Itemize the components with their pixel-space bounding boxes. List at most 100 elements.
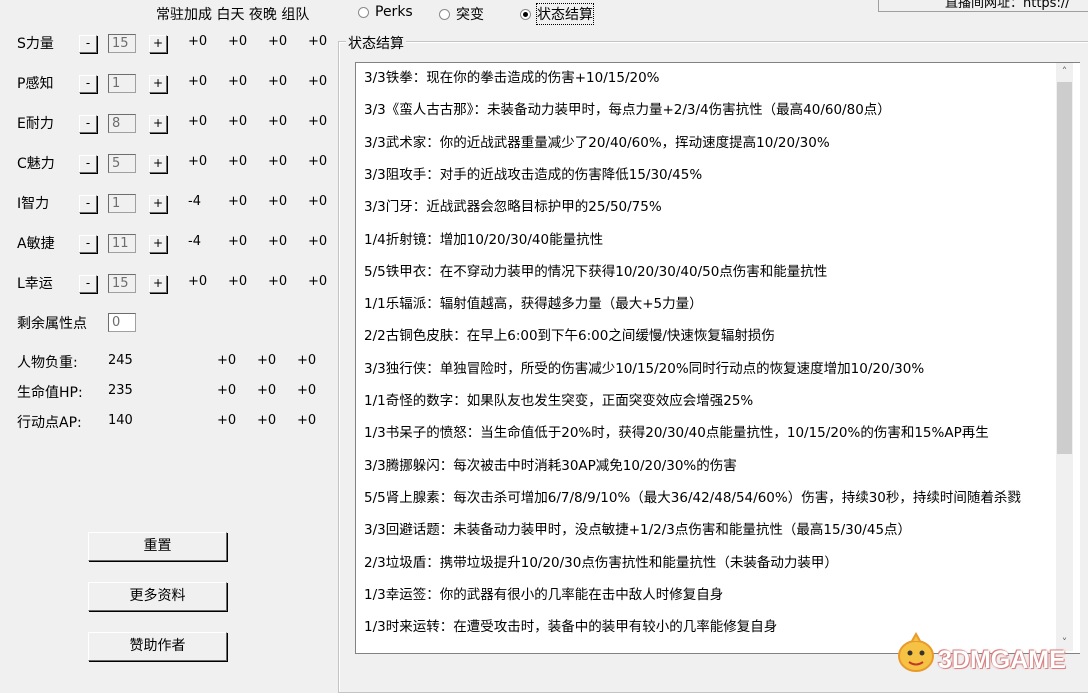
stat-modifier: +0 (308, 234, 328, 249)
status-group-title: 状态结算 (346, 33, 406, 53)
decrement-button[interactable]: - (79, 195, 97, 213)
decrement-button[interactable]: - (79, 275, 97, 293)
stat-modifier: +0 (308, 154, 328, 169)
more-info-button[interactable]: 更多资料 (88, 582, 227, 611)
stat-modifier: +0 (228, 154, 248, 169)
stat-label: S力量 (17, 36, 54, 52)
stat-value-field[interactable]: 11 (108, 234, 136, 253)
status-line: 5/5肾上腺素：每次击杀可增加6/7/8/9/10%（最大36/42/48/54… (364, 489, 1021, 506)
increment-button[interactable]: + (149, 115, 167, 133)
radio-label-mutations[interactable]: 突变 (456, 4, 484, 24)
stat-value-field[interactable]: 1 (108, 194, 136, 213)
decrement-button[interactable]: - (79, 235, 97, 253)
stat-value-field[interactable]: 5 (108, 154, 136, 173)
stat-modifier: +0 (228, 114, 248, 129)
stream-url-text: 直播间网址：https:// (945, 0, 1070, 11)
watermark-logo: 3DMGAME (896, 632, 1081, 678)
stat-label: I智力 (17, 196, 50, 212)
status-line: 1/3时来运转：在遭受攻击时，装备中的装甲有较小的几率能修复自身 (364, 619, 778, 636)
derived-label: 生命值HP: (17, 385, 83, 401)
stat-modifier: +0 (268, 114, 288, 129)
stat-modifier: +0 (308, 194, 328, 209)
derived-modifier: +0 (217, 383, 237, 398)
derived-label: 人物负重: (17, 355, 78, 371)
stat-label: C魅力 (17, 156, 55, 172)
stat-modifier: +0 (268, 154, 288, 169)
status-line: 1/4折射镜：增加10/20/30/40能量抗性 (364, 231, 604, 248)
radio-perks[interactable]: Perks (358, 4, 413, 20)
derived-modifier: +0 (297, 383, 317, 398)
stat-modifier: +0 (268, 274, 288, 289)
radio-label-status[interactable]: 状态结算 (536, 3, 594, 25)
mascot-icon (898, 632, 934, 672)
stat-modifier: +0 (308, 114, 328, 129)
increment-button[interactable]: + (149, 195, 167, 213)
radio-circle-status[interactable] (520, 8, 531, 20)
increment-button[interactable]: + (149, 235, 167, 253)
stat-modifier: +0 (228, 234, 248, 249)
watermark-text: 3DMGAME (938, 646, 1066, 674)
radio-circle-mutations[interactable] (439, 8, 450, 20)
status-line: 1/3书呆子的愤怒：当生命值低于20%时，获得20/30/40点能量抗性，10/… (364, 425, 989, 442)
status-list-scrollbar[interactable]: ˄ ˅ (1056, 63, 1073, 651)
increment-button[interactable]: + (149, 155, 167, 173)
stat-value-field[interactable]: 1 (108, 74, 136, 93)
derived-label: 行动点AP: (17, 415, 82, 431)
status-line: 3/3门牙：近战武器会忽略目标护甲的25/50/75% (364, 199, 662, 216)
stat-modifier: +0 (268, 74, 288, 89)
status-list[interactable]: 3/3铁拳：现在你的拳击造成的伤害+10/15/20% 3/3《蛮人古古那》：未装… (355, 62, 1080, 654)
decrement-button[interactable]: - (79, 75, 97, 93)
stat-modifier: -4 (188, 194, 201, 209)
decrement-button[interactable]: - (79, 115, 97, 133)
stat-value-field[interactable]: 15 (108, 34, 136, 53)
decrement-button[interactable]: - (79, 155, 97, 173)
stat-value-field[interactable]: 8 (108, 114, 136, 133)
derived-modifier: +0 (217, 413, 237, 428)
scroll-thumb[interactable] (1057, 82, 1072, 454)
stat-modifier: +0 (228, 74, 248, 89)
increment-button[interactable]: + (149, 275, 167, 293)
derived-modifier: +0 (257, 353, 277, 368)
status-line: 3/3铁拳：现在你的拳击造成的伤害+10/15/20% (364, 70, 660, 86)
stat-modifier: +0 (188, 74, 208, 89)
stat-modifier: +0 (188, 154, 208, 169)
stat-modifier: +0 (228, 194, 248, 209)
stat-modifier: +0 (228, 274, 248, 289)
increment-button[interactable]: + (149, 75, 167, 93)
derived-modifier: +0 (297, 413, 317, 428)
stream-url-box: 直播间网址：https:// (878, 0, 1088, 12)
radio-label-perks[interactable]: Perks (375, 4, 413, 20)
stat-label: A敏捷 (17, 236, 55, 252)
stat-modifier: +0 (188, 34, 208, 49)
status-line: 3/3回避话题：未装备动力装甲时，没点敏捷+1/2/3点伤害和能量抗性（最高15… (364, 522, 912, 539)
status-line: 3/3独行侠：单独冒险时，所受的伤害减少10/15/20%同时行动点的恢复速度增… (364, 360, 925, 377)
stat-modifier: +0 (188, 114, 208, 129)
radio-status[interactable]: 状态结算 (520, 3, 594, 25)
scroll-up-icon[interactable]: ˄ (1056, 63, 1073, 80)
increment-button[interactable]: + (149, 35, 167, 53)
derived-modifier: +0 (257, 383, 277, 398)
remaining-points-label: 剩余属性点 (17, 316, 87, 332)
status-line: 3/3《蛮人古古那》：未装备动力装甲时，每点力量+2/3/4伤害抗性（最高40/… (364, 102, 891, 119)
derived-value: 235 (108, 383, 133, 398)
support-author-button[interactable]: 赞助作者 (88, 632, 227, 661)
stat-value-field[interactable]: 15 (108, 274, 136, 293)
radio-circle-perks[interactable] (358, 6, 369, 18)
stat-label: L幸运 (17, 276, 53, 292)
derived-value: 140 (108, 413, 133, 428)
derived-modifier: +0 (297, 353, 317, 368)
status-line: 1/1奇怪的数字：如果队友也发生突变，正面突变效应会增强25% (364, 393, 754, 409)
radio-mutations[interactable]: 突变 (439, 4, 484, 24)
derived-value: 245 (108, 353, 133, 368)
status-line: 3/3武术家：你的近战武器重量减少了20/40/60%，挥动速度提高10/20/… (364, 134, 830, 151)
stat-modifier: +0 (268, 234, 288, 249)
decrement-button[interactable]: - (79, 35, 97, 53)
reset-button[interactable]: 重置 (88, 532, 227, 561)
stat-modifier: -4 (188, 234, 201, 249)
stat-modifier: +0 (268, 34, 288, 49)
column-header: 常驻加成 白天 夜晚 组队 (156, 7, 310, 23)
derived-modifier: +0 (217, 353, 237, 368)
stat-modifier: +0 (188, 274, 208, 289)
status-line: 2/3垃圾盾：携带垃圾提升10/20/30点伤害抗性和能量抗性（未装备动力装甲） (364, 554, 838, 571)
remaining-points-field[interactable]: 0 (108, 313, 136, 332)
